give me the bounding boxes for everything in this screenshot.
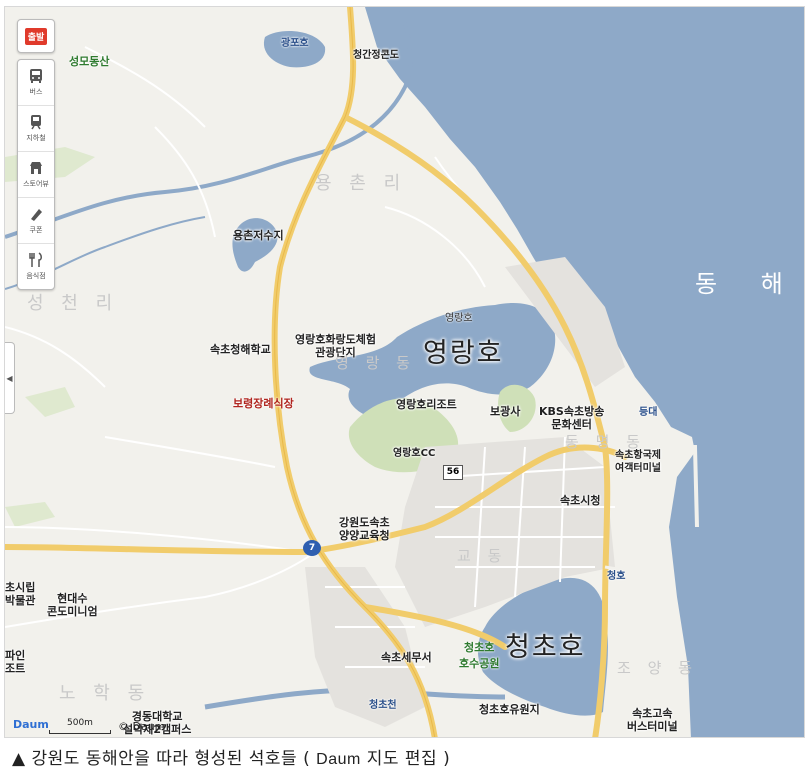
- chevron-left-icon: ◀: [6, 373, 13, 383]
- bus-button[interactable]: 버스: [18, 60, 54, 106]
- caption-prefix: ▲ 강원도 동해안을 따라 형성된 석호들 (: [12, 749, 311, 769]
- store-button[interactable]: 스토어뷰: [18, 152, 54, 198]
- caption-source: Daum: [316, 751, 361, 768]
- label-yongchon-ri: 용 촌 리: [315, 173, 407, 194]
- label-yongchon-reservoir: 용촌저수지: [233, 229, 284, 242]
- label-cheongcho-stream: 청초천: [369, 700, 397, 711]
- subway-label: 지하철: [26, 134, 46, 142]
- label-sea: 동 해: [695, 270, 801, 298]
- label-yeongrang-dong: 영 랑 동: [335, 354, 416, 372]
- label-bus-terminal: 속초고속 버스터미널: [627, 707, 678, 733]
- label-seongmo: 성모동산: [69, 55, 110, 68]
- scale-line: [49, 730, 111, 734]
- label-kindergarten: 청초호유원지: [479, 703, 540, 716]
- route-shield-56: 56: [443, 465, 463, 480]
- label-school: 속초청해학교: [210, 343, 271, 356]
- label-gyo-dong: 교 동: [457, 547, 508, 565]
- route-shield-7: 7: [303, 540, 321, 556]
- start-button[interactable]: 출발: [17, 19, 55, 53]
- label-gwangpoho: 광포호: [281, 38, 309, 49]
- label-yeongrangho: 영랑호: [423, 338, 504, 369]
- label-cc: 영랑호CC: [393, 448, 436, 459]
- label-resort: 영랑호리조트: [396, 398, 457, 411]
- coupon-icon: [31, 209, 42, 221]
- scale-label: 500m: [67, 718, 93, 728]
- subway-button[interactable]: 지하철: [18, 106, 54, 152]
- panel-toggle-button[interactable]: ◀: [5, 342, 15, 414]
- daum-logo[interactable]: Daum: [13, 718, 49, 731]
- label-library: 초시립 박물관: [5, 581, 36, 607]
- restaurant-button[interactable]: 음식점: [18, 244, 54, 289]
- label-paine: 파인 조트: [5, 649, 26, 675]
- label-cheongchoho-park: 청초호 호수공원: [459, 641, 500, 670]
- bus-label: 버스: [29, 88, 43, 96]
- tool-group: 버스 지하철 스토어뷰 쿠폰 음식점: [17, 59, 55, 290]
- label-cheongho: 청호: [607, 571, 626, 582]
- label-cheongchoho: 청초호: [505, 632, 586, 663]
- label-kbs: KBS속초방송 문화센터: [539, 405, 605, 431]
- scale-bar: 500m: [49, 718, 111, 736]
- bus-icon: [30, 69, 42, 83]
- start-label: 출발: [24, 27, 48, 45]
- map-toolbar: 출발 버스 지하철 스토어뷰 쿠폰 음식점: [17, 19, 57, 290]
- label-office-edu: 강원도속초 양양교육청: [339, 516, 390, 542]
- subway-icon: [31, 115, 41, 130]
- label-yeongrangho-small: 영랑호: [445, 313, 473, 324]
- coupon-button[interactable]: 쿠폰: [18, 198, 54, 244]
- label-funeral: 보령장례식장: [233, 397, 294, 410]
- label-dongmyeong: 동 명 동: [565, 433, 646, 451]
- label-seongcheon-ri: 성 천 리: [27, 293, 119, 314]
- caption-suffix: 지도 편집 ): [366, 749, 451, 769]
- map-view[interactable]: 출발 버스 지하철 스토어뷰 쿠폰 음식점 ◀ 성모동산 광포호 청간정콘도 용…: [4, 6, 805, 738]
- label-deungdae: 등대: [639, 407, 658, 418]
- coupon-label: 쿠폰: [29, 226, 43, 234]
- restaurant-label: 음식점: [26, 272, 46, 280]
- label-ferry: 속초항국제 여객터미널: [615, 450, 661, 474]
- label-tax: 속초세무서: [381, 651, 432, 664]
- store-icon: [30, 162, 42, 174]
- label-bogwangsa: 보광사: [490, 405, 521, 418]
- figure-caption: ▲ 강원도 동해안을 따라 형성된 석호들 ( Daum 지도 편집 ): [12, 744, 450, 769]
- restaurant-icon: [29, 252, 42, 267]
- label-hyundai: 현대수 콘도미니엄: [47, 592, 98, 618]
- label-cheonggan: 청간정콘도: [353, 50, 399, 61]
- copyright: © Daum: [118, 720, 166, 733]
- store-label: 스토어뷰: [23, 180, 49, 188]
- label-nohak: 노 학 동: [59, 683, 151, 704]
- label-cityhall: 속초시청: [560, 494, 601, 507]
- label-joyang: 조 양 동: [617, 659, 698, 677]
